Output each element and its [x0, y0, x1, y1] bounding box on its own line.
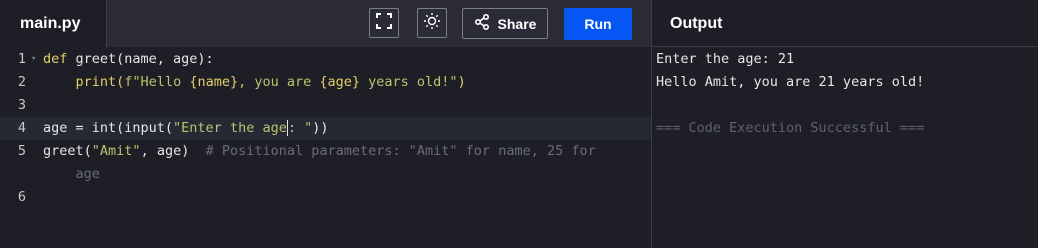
- string-literal: years old!": [360, 74, 458, 90]
- string-literal: f"Hello: [124, 74, 190, 90]
- line-number: 4: [17, 120, 26, 136]
- code-text: greet(name, age):: [67, 51, 214, 67]
- line-number: 3: [17, 97, 26, 113]
- panel-divider[interactable]: [651, 0, 652, 248]
- builtin-call: print(: [75, 74, 125, 90]
- output-title: Output: [670, 14, 723, 32]
- string-literal: : ": [287, 120, 313, 136]
- comment-wrap: age: [43, 166, 100, 182]
- code-text: age = int(input(: [43, 120, 174, 136]
- code-line-3[interactable]: 3: [0, 94, 651, 117]
- code-line-5-wrap[interactable]: age: [0, 163, 651, 186]
- keyword: def: [43, 51, 68, 67]
- theme-toggle-icon: [423, 12, 441, 35]
- line-number: 5: [17, 143, 26, 159]
- line-number: 1: [17, 51, 26, 67]
- share-label: Share: [497, 15, 537, 32]
- output-line: Enter the age: 21: [656, 51, 795, 67]
- code-line-6[interactable]: 6: [0, 186, 651, 209]
- line-number: 6: [17, 189, 26, 205]
- fstring-var: {name}: [189, 74, 239, 90]
- string-literal: "Amit": [91, 143, 141, 159]
- paren: ): [457, 74, 466, 90]
- run-button[interactable]: Run: [564, 8, 632, 40]
- file-tab[interactable]: main.py: [0, 0, 107, 48]
- string-literal: "Enter the age: [173, 120, 287, 136]
- code-text: , age): [140, 143, 206, 159]
- output-line: Hello Amit, you are 21 years old!: [656, 74, 925, 90]
- string-literal: , you are: [238, 74, 320, 90]
- fullscreen-button[interactable]: [369, 8, 399, 38]
- share-button[interactable]: Share: [462, 8, 548, 39]
- fold-chevron-icon[interactable]: ▾: [31, 48, 36, 71]
- share-icon: [474, 13, 490, 33]
- line-number: 2: [17, 74, 26, 90]
- code-text: )): [312, 120, 329, 136]
- code-line-5[interactable]: 5 greet("Amit", age) # Positional parame…: [0, 140, 651, 163]
- execution-status: === Code Execution Successful ===: [656, 120, 925, 136]
- code-editor[interactable]: 1 ▾ def greet(name, age): 2 print(f"Hell…: [0, 48, 651, 248]
- code-line-2[interactable]: 2 print(f"Hello {name}, you are {age} ye…: [0, 71, 651, 94]
- fstring-var: {age}: [319, 74, 361, 90]
- code-line-1[interactable]: 1 ▾ def greet(name, age):: [0, 48, 651, 71]
- code-line-4[interactable]: 4 age = int(input("Enter the age: ")): [0, 117, 651, 140]
- fullscreen-icon: [376, 12, 392, 34]
- output-panel[interactable]: Enter the age: 21 Hello Amit, you are 21…: [656, 48, 924, 140]
- code-text: greet(: [43, 143, 92, 159]
- theme-toggle-button[interactable]: [417, 8, 447, 38]
- comment: # Positional parameters: "Amit" for name…: [205, 143, 596, 159]
